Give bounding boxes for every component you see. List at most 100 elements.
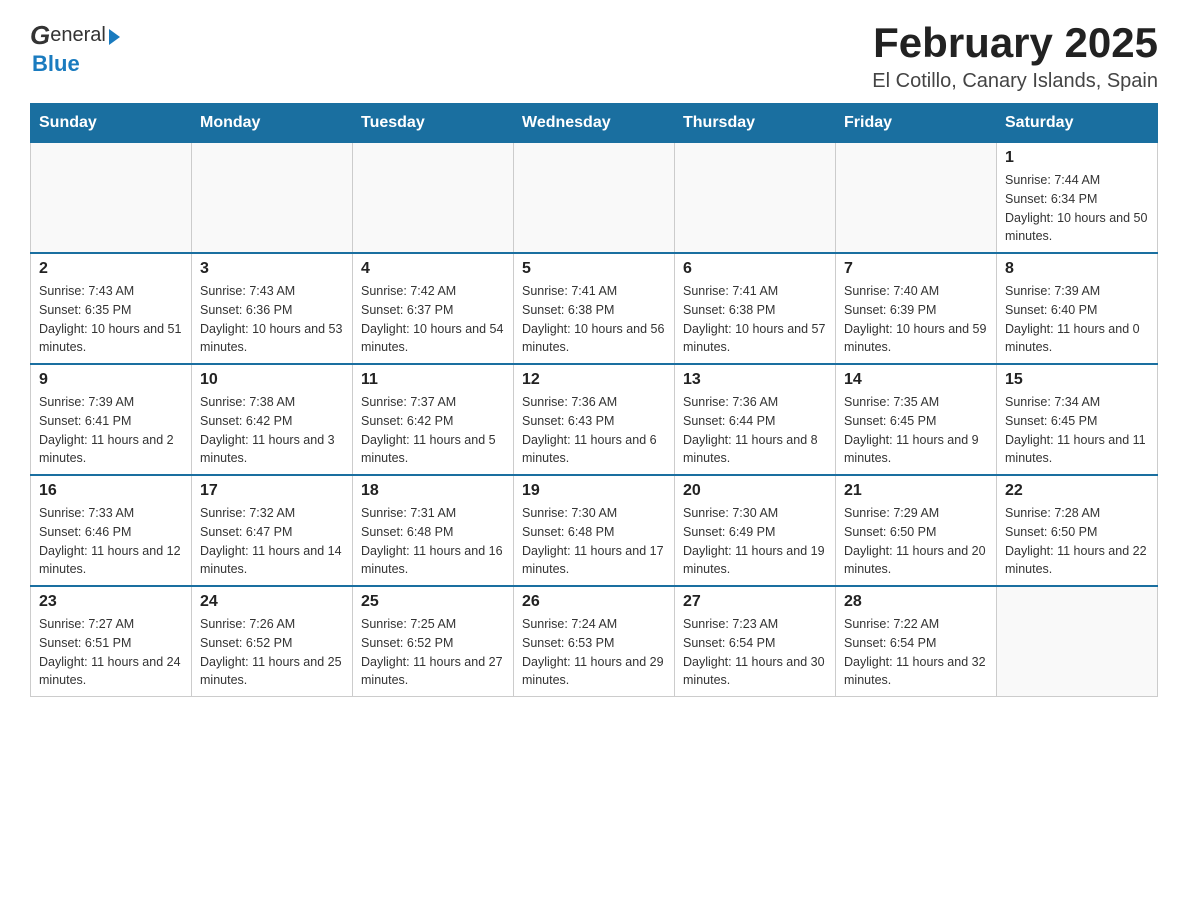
day-number: 13 [683, 371, 827, 389]
day-info: Sunrise: 7:43 AMSunset: 6:35 PMDaylight:… [39, 282, 183, 357]
calendar-day-cell [192, 143, 353, 254]
calendar-day-cell: 10 Sunrise: 7:38 AMSunset: 6:42 PMDayligh… [192, 364, 353, 475]
day-number: 6 [683, 260, 827, 278]
day-number: 8 [1005, 260, 1149, 278]
calendar-day-cell: 13 Sunrise: 7:36 AMSunset: 6:44 PMDayligh… [675, 364, 836, 475]
day-number: 11 [361, 371, 505, 389]
day-number: 25 [361, 593, 505, 611]
day-number: 19 [522, 482, 666, 500]
calendar-day-cell: 12 Sunrise: 7:36 AMSunset: 6:43 PMDayligh… [514, 364, 675, 475]
calendar-day-cell: 22 Sunrise: 7:28 AMSunset: 6:50 PMDayligh… [997, 475, 1158, 586]
day-info: Sunrise: 7:26 AMSunset: 6:52 PMDaylight:… [200, 615, 344, 690]
calendar-table: SundayMondayTuesdayWednesdayThursdayFrid… [30, 103, 1158, 697]
day-number: 15 [1005, 371, 1149, 389]
calendar-day-cell: 5Sunrise: 7:41 AMSunset: 6:38 PMDaylight… [514, 253, 675, 364]
day-info: Sunrise: 7:36 AMSunset: 6:44 PMDaylight:… [683, 393, 827, 468]
calendar-day-cell: 9 Sunrise: 7:39 AMSunset: 6:41 PMDaylight… [31, 364, 192, 475]
day-info: Sunrise: 7:29 AMSunset: 6:50 PMDaylight:… [844, 504, 988, 579]
day-info: Sunrise: 7:44 AMSunset: 6:34 PMDaylight:… [1005, 171, 1149, 246]
calendar-day-cell [997, 586, 1158, 697]
calendar-day-header: Sunday [31, 104, 192, 143]
day-number: 27 [683, 593, 827, 611]
calendar-day-cell: 23 Sunrise: 7:27 AMSunset: 6:51 PMDayligh… [31, 586, 192, 697]
day-number: 20 [683, 482, 827, 500]
day-number: 14 [844, 371, 988, 389]
calendar-day-cell: 19Sunrise: 7:30 AMSunset: 6:48 PMDayligh… [514, 475, 675, 586]
calendar-day-cell: 15Sunrise: 7:34 AMSunset: 6:45 PMDayligh… [997, 364, 1158, 475]
day-number: 10 [200, 371, 344, 389]
logo-blue: Blue [32, 51, 80, 76]
day-number: 21 [844, 482, 988, 500]
calendar-day-cell [836, 143, 997, 254]
day-info: Sunrise: 7:39 AMSunset: 6:40 PMDaylight:… [1005, 282, 1149, 357]
calendar-day-cell: 25 Sunrise: 7:25 AMSunset: 6:52 PMDayligh… [353, 586, 514, 697]
day-number: 3 [200, 260, 344, 278]
calendar-day-cell: 7 Sunrise: 7:40 AMSunset: 6:39 PMDaylight… [836, 253, 997, 364]
day-number: 2 [39, 260, 183, 278]
calendar-day-cell: 21 Sunrise: 7:29 AMSunset: 6:50 PMDayligh… [836, 475, 997, 586]
day-info: Sunrise: 7:23 AMSunset: 6:54 PMDaylight:… [683, 615, 827, 690]
calendar-week-row: 16 Sunrise: 7:33 AMSunset: 6:46 PMDayligh… [31, 475, 1158, 586]
calendar-day-cell: 18 Sunrise: 7:31 AMSunset: 6:48 PMDayligh… [353, 475, 514, 586]
calendar-day-cell [514, 143, 675, 254]
calendar-day-header: Saturday [997, 104, 1158, 143]
day-number: 17 [200, 482, 344, 500]
calendar-day-cell: 1 Sunrise: 7:44 AMSunset: 6:34 PMDaylight… [997, 143, 1158, 254]
calendar-subtitle: El Cotillo, Canary Islands, Spain [872, 70, 1158, 93]
calendar-day-cell: 11 Sunrise: 7:37 AMSunset: 6:42 PMDayligh… [353, 364, 514, 475]
logo-arrow-icon [109, 29, 120, 45]
calendar-title: February 2025 [872, 20, 1158, 66]
day-info: Sunrise: 7:36 AMSunset: 6:43 PMDaylight:… [522, 393, 666, 468]
page-header: G eneral Blue February 2025 El Cotillo, … [30, 20, 1158, 93]
day-number: 22 [1005, 482, 1149, 500]
day-number: 9 [39, 371, 183, 389]
day-info: Sunrise: 7:28 AMSunset: 6:50 PMDaylight:… [1005, 504, 1149, 579]
calendar-day-cell: 26 Sunrise: 7:24 AMSunset: 6:53 PMDayligh… [514, 586, 675, 697]
calendar-day-cell: 14Sunrise: 7:35 AMSunset: 6:45 PMDayligh… [836, 364, 997, 475]
calendar-day-header: Thursday [675, 104, 836, 143]
calendar-week-row: 23 Sunrise: 7:27 AMSunset: 6:51 PMDayligh… [31, 586, 1158, 697]
calendar-header-row: SundayMondayTuesdayWednesdayThursdayFrid… [31, 104, 1158, 143]
calendar-day-cell: 17 Sunrise: 7:32 AMSunset: 6:47 PMDayligh… [192, 475, 353, 586]
day-info: Sunrise: 7:24 AMSunset: 6:53 PMDaylight:… [522, 615, 666, 690]
day-number: 12 [522, 371, 666, 389]
calendar-day-cell: 3Sunrise: 7:43 AMSunset: 6:36 PMDaylight… [192, 253, 353, 364]
calendar-day-cell: 28Sunrise: 7:22 AMSunset: 6:54 PMDayligh… [836, 586, 997, 697]
calendar-week-row: 9 Sunrise: 7:39 AMSunset: 6:41 PMDaylight… [31, 364, 1158, 475]
day-info: Sunrise: 7:32 AMSunset: 6:47 PMDaylight:… [200, 504, 344, 579]
calendar-day-cell: 8 Sunrise: 7:39 AMSunset: 6:40 PMDaylight… [997, 253, 1158, 364]
calendar-day-cell: 6Sunrise: 7:41 AMSunset: 6:38 PMDaylight… [675, 253, 836, 364]
logo: G eneral Blue [30, 20, 120, 77]
day-info: Sunrise: 7:37 AMSunset: 6:42 PMDaylight:… [361, 393, 505, 468]
calendar-day-header: Friday [836, 104, 997, 143]
day-info: Sunrise: 7:42 AMSunset: 6:37 PMDaylight:… [361, 282, 505, 357]
day-number: 24 [200, 593, 344, 611]
day-info: Sunrise: 7:33 AMSunset: 6:46 PMDaylight:… [39, 504, 183, 579]
calendar-day-cell [675, 143, 836, 254]
calendar-day-cell: 24 Sunrise: 7:26 AMSunset: 6:52 PMDayligh… [192, 586, 353, 697]
day-number: 18 [361, 482, 505, 500]
day-info: Sunrise: 7:25 AMSunset: 6:52 PMDaylight:… [361, 615, 505, 690]
calendar-day-cell: 27 Sunrise: 7:23 AMSunset: 6:54 PMDayligh… [675, 586, 836, 697]
day-number: 7 [844, 260, 988, 278]
day-info: Sunrise: 7:31 AMSunset: 6:48 PMDaylight:… [361, 504, 505, 579]
day-number: 28 [844, 593, 988, 611]
calendar-day-cell [31, 143, 192, 254]
day-info: Sunrise: 7:40 AMSunset: 6:39 PMDaylight:… [844, 282, 988, 357]
day-info: Sunrise: 7:38 AMSunset: 6:42 PMDaylight:… [200, 393, 344, 468]
day-info: Sunrise: 7:27 AMSunset: 6:51 PMDaylight:… [39, 615, 183, 690]
day-number: 16 [39, 482, 183, 500]
day-info: Sunrise: 7:30 AMSunset: 6:49 PMDaylight:… [683, 504, 827, 579]
logo-general: eneral [50, 24, 106, 47]
day-number: 5 [522, 260, 666, 278]
calendar-day-header: Wednesday [514, 104, 675, 143]
day-number: 23 [39, 593, 183, 611]
logo-g: G [30, 20, 50, 51]
calendar-week-row: 2 Sunrise: 7:43 AMSunset: 6:35 PMDaylight… [31, 253, 1158, 364]
day-number: 1 [1005, 149, 1149, 167]
day-info: Sunrise: 7:39 AMSunset: 6:41 PMDaylight:… [39, 393, 183, 468]
day-number: 4 [361, 260, 505, 278]
day-number: 26 [522, 593, 666, 611]
calendar-day-cell: 20 Sunrise: 7:30 AMSunset: 6:49 PMDayligh… [675, 475, 836, 586]
calendar-day-cell [353, 143, 514, 254]
